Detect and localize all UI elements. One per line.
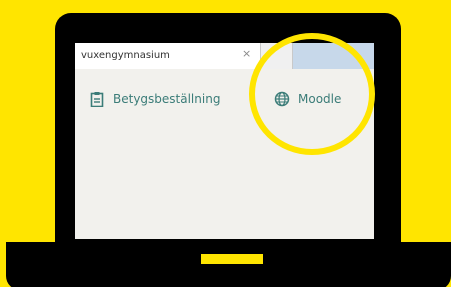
tab-title: vuxengymnasium [81, 50, 170, 61]
clipboard-icon [90, 92, 104, 107]
tab-close-button[interactable]: × [242, 48, 251, 59]
bookmark-label: Betygsbeställning [113, 92, 221, 106]
highlight-circle [249, 33, 375, 155]
laptop-base [6, 242, 451, 287]
bookmark-betygsbestallning[interactable]: Betygsbeställning [89, 91, 220, 107]
stage: vuxengymnasium × Betygsbeställning Moodl… [0, 0, 451, 287]
laptop-base-notch [201, 254, 263, 264]
tab-vuxengymnasium[interactable]: vuxengymnasium × [75, 43, 261, 69]
